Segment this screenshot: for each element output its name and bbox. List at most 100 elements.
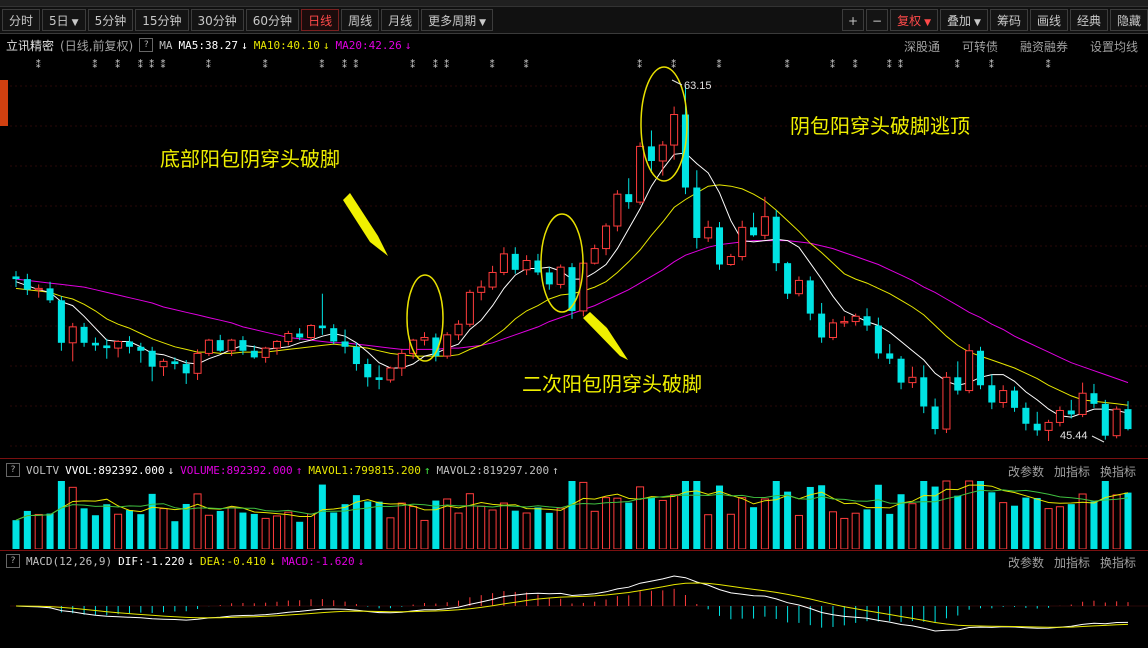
event-marker-icon[interactable]: ⁑ — [36, 58, 41, 71]
candle-body[interactable] — [658, 144, 667, 162]
candle-body[interactable] — [851, 315, 860, 323]
event-marker-icon[interactable]: ⁑ — [444, 58, 449, 71]
zoom-in-button[interactable]: + — [842, 9, 865, 31]
candle-body[interactable] — [465, 291, 474, 325]
candle-body[interactable] — [828, 322, 837, 338]
candle-body[interactable] — [772, 216, 780, 264]
event-marker-icon[interactable]: ⁑ — [206, 58, 211, 71]
adjust-button[interactable]: 复权 ▼ — [890, 9, 938, 31]
candle-body[interactable] — [341, 341, 349, 347]
candle-body[interactable] — [704, 226, 713, 239]
event-marker-icon[interactable]: ⁑ — [138, 58, 143, 71]
candle-body[interactable] — [636, 145, 645, 203]
link-convertible-bond[interactable]: 可转债 — [962, 38, 998, 55]
candle-body[interactable] — [1124, 409, 1132, 430]
candle-body[interactable] — [908, 376, 917, 384]
candle-body[interactable] — [1101, 403, 1109, 436]
period-button-weekly[interactable]: 周线 — [341, 9, 380, 31]
help-icon[interactable]: ? — [6, 554, 20, 568]
candle-body[interactable] — [352, 346, 360, 365]
candle-body[interactable] — [886, 353, 894, 359]
candle-body[interactable] — [1011, 390, 1019, 408]
volume-chart[interactable] — [0, 479, 1148, 549]
candle-body[interactable] — [216, 340, 224, 351]
candle-body[interactable] — [806, 280, 814, 314]
candle-body[interactable] — [874, 325, 882, 354]
candle-body[interactable] — [296, 333, 304, 338]
candle-body[interactable] — [840, 321, 849, 324]
candle-body[interactable] — [897, 358, 905, 383]
candle-body[interactable] — [965, 350, 974, 392]
candle-body[interactable] — [920, 377, 928, 407]
candle-body[interactable] — [137, 346, 145, 351]
event-marker-icon[interactable]: ⁑ — [989, 58, 994, 71]
event-marker-icon[interactable]: ⁑ — [671, 58, 676, 71]
hide-button[interactable]: 隐藏 — [1109, 9, 1148, 31]
candle-body[interactable] — [988, 385, 996, 403]
candle-body[interactable] — [114, 340, 123, 349]
candle-body[interactable] — [420, 336, 429, 341]
macd-add-indicator-button[interactable]: 加指标 — [1054, 554, 1090, 571]
candle-body[interactable] — [613, 193, 622, 227]
candle-body[interactable] — [261, 347, 270, 358]
candle-body[interactable] — [46, 288, 54, 301]
candle-body[interactable] — [522, 260, 531, 271]
candle-body[interactable] — [23, 279, 31, 290]
help-icon[interactable]: ? — [6, 463, 20, 477]
candle-body[interactable] — [239, 340, 247, 351]
overlay-button[interactable]: 叠加 ▼ — [940, 9, 988, 31]
candle-body[interactable] — [647, 146, 655, 161]
event-marker-icon[interactable]: ⁑ — [433, 58, 438, 71]
link-margin-trading[interactable]: 融资融券 — [1020, 38, 1068, 55]
event-marker-icon[interactable]: ⁑ — [898, 58, 903, 71]
candle-body[interactable] — [590, 248, 599, 264]
candle-body[interactable] — [1078, 392, 1087, 415]
candle-body[interactable] — [57, 300, 65, 343]
event-marker-icon[interactable]: ⁑ — [955, 58, 960, 71]
help-icon[interactable]: ? — [139, 38, 154, 52]
more-periods-button[interactable]: 更多周期 ▼ — [421, 9, 494, 31]
candle-body[interactable] — [511, 253, 519, 270]
draw-line-button[interactable]: 画线 — [1029, 9, 1068, 31]
period-button-daily[interactable]: 日线 — [301, 9, 340, 31]
zoom-out-button[interactable]: − — [866, 9, 889, 31]
period-button-15min[interactable]: 15分钟 — [135, 9, 189, 31]
period-button-monthly[interactable]: 月线 — [381, 9, 420, 31]
candle-body[interactable] — [954, 377, 962, 391]
link-hk-connect[interactable]: 深股通 — [904, 38, 940, 55]
candle-body[interactable] — [375, 377, 383, 380]
event-marker-icon[interactable]: ⁑ — [353, 58, 358, 71]
candle-body[interactable] — [693, 187, 701, 238]
candle-body[interactable] — [364, 364, 372, 378]
candle-body[interactable] — [1033, 423, 1041, 431]
chips-button[interactable]: 筹码 — [989, 9, 1028, 31]
candle-body[interactable] — [91, 342, 99, 346]
candle-body[interactable] — [284, 333, 293, 342]
candle-body[interactable] — [863, 316, 871, 326]
event-marker-icon[interactable]: ⁑ — [263, 58, 268, 71]
event-marker-icon[interactable]: ⁑ — [161, 58, 166, 71]
event-marker-icon[interactable]: ⁑ — [717, 58, 722, 71]
vol-edit-params-button[interactable]: 改参数 — [1008, 463, 1044, 480]
candle-body[interactable] — [760, 216, 769, 236]
candle-body[interactable] — [1044, 421, 1053, 431]
candle-body[interactable] — [307, 325, 316, 338]
candle-body[interactable] — [784, 263, 792, 294]
event-marker-icon[interactable]: ⁑ — [1046, 58, 1051, 71]
classic-button[interactable]: 经典 — [1069, 9, 1108, 31]
candle-body[interactable] — [454, 323, 463, 336]
candle-body[interactable] — [318, 325, 326, 329]
vol-switch-indicator-button[interactable]: 换指标 — [1100, 463, 1136, 480]
candle-body[interactable] — [1067, 410, 1075, 415]
candle-body[interactable] — [794, 279, 803, 295]
candle-body[interactable] — [159, 360, 168, 368]
candle-body[interactable] — [193, 352, 202, 374]
event-marker-icon[interactable]: ⁑ — [490, 58, 495, 71]
period-button-30min[interactable]: 30分钟 — [190, 9, 244, 31]
candle-body[interactable] — [1090, 393, 1098, 404]
candle-body[interactable] — [1055, 409, 1064, 423]
candle-body[interactable] — [568, 267, 576, 311]
candle-body[interactable] — [386, 367, 395, 381]
link-ma-settings[interactable]: 设置均线 — [1090, 38, 1138, 55]
period-button-intraday[interactable]: 分时 — [2, 9, 41, 31]
